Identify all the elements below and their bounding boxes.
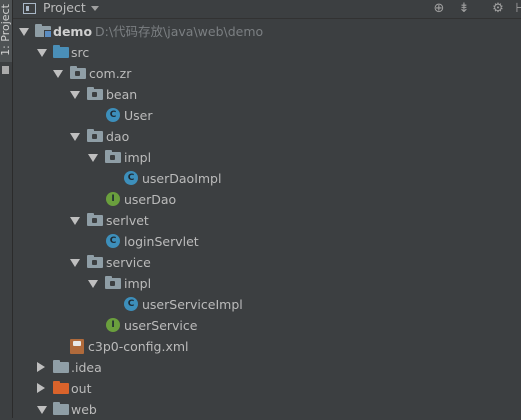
tree-node-label: User xyxy=(124,108,153,123)
expand-arrow-icon[interactable] xyxy=(88,280,98,288)
package-icon xyxy=(87,87,103,100)
tree-node-web[interactable]: web xyxy=(13,399,521,420)
expand-arrow-icon[interactable] xyxy=(37,49,47,57)
scroll-from-source-icon[interactable]: ⊕ xyxy=(431,1,447,17)
output-folder-icon xyxy=(53,381,69,394)
expand-arrow-icon[interactable] xyxy=(70,133,80,141)
package-icon xyxy=(87,255,103,268)
package-icon xyxy=(105,150,121,163)
tree-node-userserviceimpl[interactable]: C userServiceImpl xyxy=(13,294,521,315)
source-folder-icon xyxy=(53,45,69,58)
collapse-arrow-icon[interactable] xyxy=(37,383,45,393)
chevron-down-icon[interactable] xyxy=(91,6,99,11)
tool-window-strip: 1: Project xyxy=(0,0,13,418)
project-panel-header: Project ⊕ ⇟ ⚙ ⊢ xyxy=(13,0,521,19)
tree-node-label: loginServlet xyxy=(124,234,199,249)
tree-node-label: c3p0-config.xml xyxy=(88,339,189,354)
tree-node-dao[interactable]: dao xyxy=(13,126,521,147)
tree-node-label: userServiceImpl xyxy=(142,297,243,312)
tree-node-service-impl[interactable]: impl xyxy=(13,273,521,294)
class-icon: C xyxy=(124,171,138,185)
tree-node-label: .idea xyxy=(71,360,102,375)
tree-node-label: dao xyxy=(106,129,130,144)
interface-icon: I xyxy=(106,192,120,206)
tree-node-bean[interactable]: bean xyxy=(13,84,521,105)
folder-icon xyxy=(53,402,69,415)
gear-icon[interactable]: ⚙ xyxy=(490,1,506,17)
expand-arrow-icon[interactable] xyxy=(70,217,80,225)
tree-node-dao-impl[interactable]: impl xyxy=(13,147,521,168)
collapse-arrow-icon[interactable] xyxy=(37,362,45,372)
tree-node-label: impl xyxy=(124,276,152,291)
package-icon xyxy=(70,66,86,79)
tree-node-src[interactable]: src xyxy=(13,42,521,63)
class-icon: C xyxy=(124,297,138,311)
tree-node-userdaoimpl[interactable]: C userDaoImpl xyxy=(13,168,521,189)
module-path: D:\代码存放\java\web\demo xyxy=(95,24,264,39)
module-folder-icon xyxy=(35,24,52,38)
project-tool-tab-label: 1: Project xyxy=(0,4,12,56)
tree-node-service[interactable]: service xyxy=(13,252,521,273)
hide-panel-icon[interactable]: ⊢ xyxy=(513,1,521,17)
tree-node-label: userService xyxy=(124,318,198,333)
expand-arrow-icon[interactable] xyxy=(70,259,80,267)
tree-node-label: com.zr xyxy=(89,66,132,81)
tree-node-c3p0-config[interactable]: c3p0-config.xml xyxy=(13,336,521,357)
expand-arrow-icon[interactable] xyxy=(53,70,63,78)
tree-node-loginservlet[interactable]: C loginServlet xyxy=(13,231,521,252)
tree-node-label: out xyxy=(71,381,92,396)
class-icon: C xyxy=(106,234,120,248)
tree-node-label: web xyxy=(71,402,97,417)
tree-node-demo[interactable]: demo D:\代码存放\java\web\demo xyxy=(13,21,521,42)
package-icon xyxy=(87,129,103,142)
interface-icon: I xyxy=(106,318,120,332)
package-icon xyxy=(87,213,103,226)
package-icon xyxy=(105,276,121,289)
tree-node-label: src xyxy=(71,45,90,60)
class-icon: C xyxy=(106,108,120,122)
project-view-icon xyxy=(23,3,36,14)
tree-node-userservice[interactable]: I userService xyxy=(13,315,521,336)
tree-node-userdao[interactable]: I userDao xyxy=(13,189,521,210)
tree-node-out[interactable]: out xyxy=(13,378,521,399)
tree-node-user[interactable]: C User xyxy=(13,105,521,126)
expand-arrow-icon[interactable] xyxy=(88,154,98,162)
tree-node-label: userDaoImpl xyxy=(142,171,222,186)
project-tool-tab[interactable]: 1: Project xyxy=(0,0,12,62)
tree-node-label: impl xyxy=(124,150,152,165)
tree-node-label: service xyxy=(106,255,151,270)
tree-node-serlvet[interactable]: serlvet xyxy=(13,210,521,231)
folder-icon xyxy=(53,360,69,373)
tree-node-label: demo xyxy=(53,24,93,39)
expand-arrow-icon[interactable] xyxy=(19,28,29,36)
tree-node-label: serlvet xyxy=(106,213,149,228)
tree-node-label: bean xyxy=(106,87,138,102)
tree-node-label: userDao xyxy=(124,192,177,207)
expand-arrow-icon[interactable] xyxy=(70,91,80,99)
vertical-scrollbar[interactable] xyxy=(513,20,521,418)
collapse-all-icon[interactable]: ⇟ xyxy=(456,1,472,17)
tree-node-idea[interactable]: .idea xyxy=(13,357,521,378)
project-view-selector[interactable]: Project xyxy=(43,0,86,16)
xml-file-icon xyxy=(70,339,84,354)
tree-node-com-zr[interactable]: com.zr xyxy=(13,63,521,84)
pin-icon[interactable] xyxy=(2,66,9,74)
expand-arrow-icon[interactable] xyxy=(37,406,47,414)
